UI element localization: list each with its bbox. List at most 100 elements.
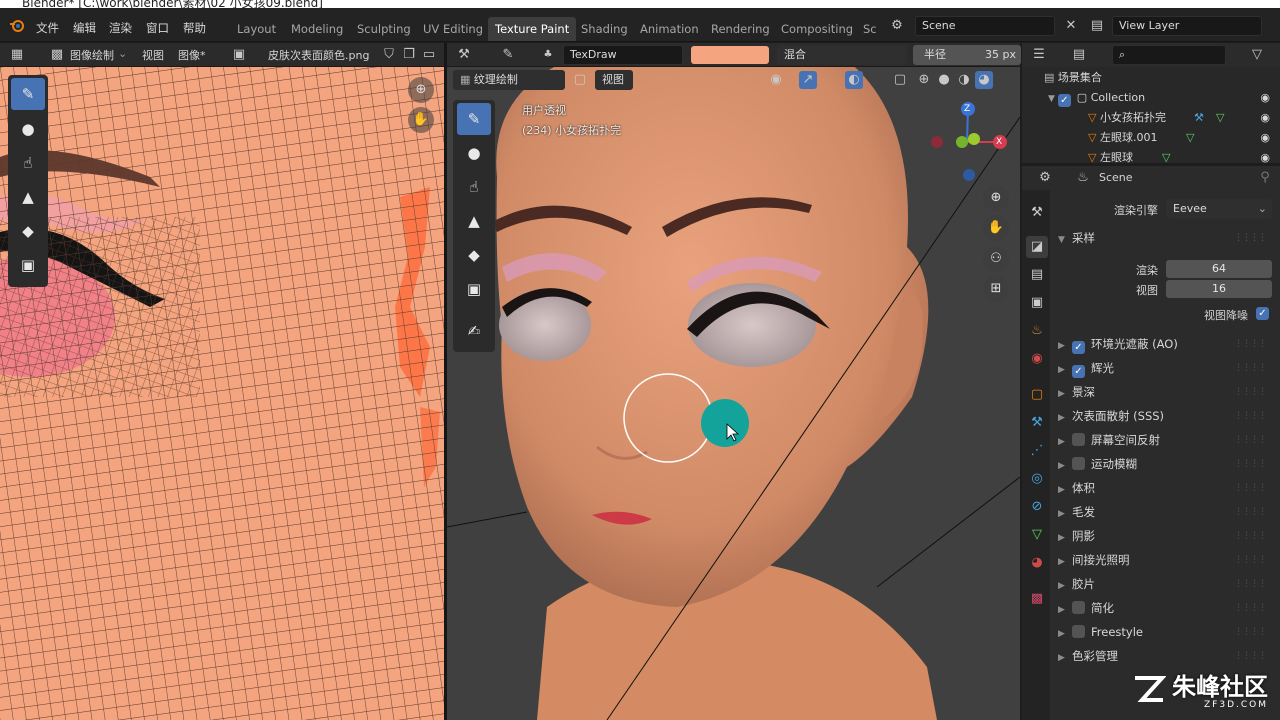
brush-color-swatch[interactable]	[691, 46, 769, 64]
collection-checkbox[interactable]: ✓	[1057, 94, 1071, 107]
panel-row[interactable]: ▶ 体积 ⋮⋮⋮⋮	[1058, 478, 1274, 498]
tool-tab-icon[interactable]: ⚒	[1026, 202, 1048, 224]
vp-tool-mask-icon[interactable]: ▣	[457, 273, 491, 305]
vp-tool-soften-drop-icon[interactable]: ●	[457, 137, 491, 169]
drag-grip-icon[interactable]: ⋮⋮⋮⋮	[1234, 526, 1267, 546]
visibility-eye-icon[interactable]: ◉	[767, 71, 785, 89]
particles-tab-icon[interactable]: ⋰	[1026, 440, 1048, 462]
drag-grip-icon[interactable]: ⋮⋮⋮⋮	[1234, 406, 1267, 426]
xray-icon[interactable]: ▢	[891, 71, 909, 89]
3d-viewport[interactable]: ▦ 纹理绘制 ▢ 视图 ◉ ↗ ◐ ▢ ⊕ ● ◑ ◕ ✎ ● ☝ ▲ ◆ ▣ …	[447, 67, 1020, 720]
scene-tab-icon[interactable]: ♨	[1026, 320, 1048, 342]
shading-solid-icon[interactable]: ●	[935, 71, 953, 89]
panel-enable-checkbox[interactable]	[1072, 601, 1085, 614]
drag-grip-icon[interactable]: ⋮⋮⋮⋮	[1234, 502, 1267, 522]
object-tab-icon[interactable]: ▢	[1026, 384, 1048, 406]
drag-grip-icon[interactable]: ⋮⋮⋮⋮	[1234, 228, 1267, 248]
outliner-editor-icon[interactable]: ☰	[1030, 46, 1048, 64]
tab-modeling[interactable]: Modeling	[284, 17, 350, 41]
drag-grip-icon[interactable]: ⋮⋮⋮⋮	[1234, 574, 1267, 594]
vp-tool-fill-bucket-icon[interactable]: ◆	[457, 239, 491, 271]
vp-grid-icon[interactable]: ⊞	[983, 276, 1009, 302]
eye-icon[interactable]: ◉	[1260, 108, 1270, 128]
panel-enable-checkbox[interactable]	[1072, 625, 1085, 638]
drag-grip-icon[interactable]: ⋮⋮⋮⋮	[1234, 382, 1267, 402]
image-browse-icon[interactable]: ▣	[230, 46, 248, 64]
panel-enable-checkbox[interactable]	[1072, 433, 1085, 446]
vp-pan-hand-icon[interactable]: ✋	[983, 215, 1009, 241]
samples-render-field[interactable]: 64	[1166, 260, 1272, 278]
brush-name-field[interactable]: TexDraw	[563, 45, 683, 65]
menu-window[interactable]: 窗口	[146, 20, 169, 36]
panel-enable-checkbox[interactable]	[1072, 457, 1085, 470]
constraints-tab-icon[interactable]: ⊘	[1026, 496, 1048, 518]
panel-row[interactable]: ▶ 阴影 ⋮⋮⋮⋮	[1058, 526, 1274, 546]
editor-type-icon[interactable]: ▦	[8, 46, 26, 64]
panel-sampling[interactable]: ▼ 采样 ⋮⋮⋮⋮	[1058, 228, 1274, 248]
viewport-denoise-checkbox[interactable]: ✓	[1256, 307, 1269, 320]
image-mode-select[interactable]: 图像绘制	[70, 47, 114, 63]
outliner-scene-collection[interactable]: ▤ 场景集合	[1022, 68, 1280, 88]
tab-texture-paint[interactable]: Texture Paint	[488, 17, 577, 41]
outliner-item[interactable]: ▽ 小女孩拓扑完 ⚒ ▽ ◉	[1022, 108, 1280, 128]
vp-zoom-icon[interactable]: ⊕	[983, 185, 1009, 211]
tab-layout[interactable]: Layout	[230, 17, 283, 41]
modifier-tab-icon[interactable]: ⚒	[1026, 412, 1048, 434]
image-editor-canvas[interactable]: ✎ ● ☝ ▲ ◆ ▣ ⊕ ✋	[0, 67, 444, 720]
texture-tab-icon[interactable]: ▩	[1026, 588, 1048, 610]
samples-viewport-field[interactable]: 16	[1166, 280, 1272, 298]
shading-wireframe-icon[interactable]: ⊕	[915, 71, 933, 89]
panel-row[interactable]: ▶ 胶片 ⋮⋮⋮⋮	[1058, 574, 1274, 594]
gizmo-toggle-icon[interactable]: ↗	[799, 71, 817, 89]
panel-enable-checkbox[interactable]: ✓	[1072, 365, 1085, 378]
outliner-item[interactable]: ▽ 左眼球.001 ▽ ◉	[1022, 128, 1280, 148]
tab-shading[interactable]: Shading	[574, 17, 635, 41]
vp-tool-draw-brush-icon[interactable]: ✎	[457, 103, 491, 135]
display-mode-icon[interactable]: ▤	[1070, 46, 1088, 64]
image-menu-image[interactable]: 图像*	[178, 47, 206, 63]
render-tab-icon[interactable]: ◪	[1026, 236, 1048, 258]
tab-sculpting[interactable]: Sculpting	[350, 17, 418, 41]
menu-edit[interactable]: 编辑	[73, 20, 96, 36]
tool-soften-drop-icon[interactable]: ●	[11, 113, 45, 145]
drag-grip-icon[interactable]: ⋮⋮⋮⋮	[1234, 550, 1267, 570]
delete-scene-icon[interactable]: ✕	[1062, 17, 1080, 35]
image-menu-view[interactable]: 视图	[142, 47, 164, 63]
scene-selector-icon[interactable]: ⚙	[888, 17, 906, 35]
paint-mode-select[interactable]: ▦ 纹理绘制	[453, 70, 565, 90]
panel-row[interactable]: ▶ 间接光照明 ⋮⋮⋮⋮	[1058, 550, 1274, 570]
fake-user-icon[interactable]: ⛉	[380, 46, 398, 64]
panel-row[interactable]: ▶ 简化 ⋮⋮⋮⋮	[1058, 598, 1274, 618]
blend-mode-select[interactable]: 混合	[777, 45, 907, 65]
panel-row[interactable]: ▶ ✓ 辉光 ⋮⋮⋮⋮	[1058, 358, 1274, 378]
blender-logo-icon[interactable]	[8, 18, 26, 36]
output-tab-icon[interactable]: ▤	[1026, 264, 1048, 286]
outliner-item[interactable]: ▽ 左眼球 ▽ ◉	[1022, 148, 1280, 163]
viewport-menu-view[interactable]: 视图	[595, 70, 633, 90]
panel-row[interactable]: ▶ ✓ 环境光遮蔽 (AO) ⋮⋮⋮⋮	[1058, 334, 1274, 354]
tab-compositing[interactable]: Compositing	[774, 17, 860, 41]
scene-name-field[interactable]: Scene	[915, 16, 1055, 36]
menu-help[interactable]: 帮助	[183, 20, 206, 36]
image-name-field[interactable]: 皮肤次表面颜色.png	[268, 47, 369, 63]
tool-mask-icon[interactable]: ▣	[11, 249, 45, 281]
drag-grip-icon[interactable]: ⋮⋮⋮⋮	[1234, 646, 1267, 666]
navigation-gizmo[interactable]	[927, 97, 1017, 187]
drag-grip-icon[interactable]: ⋮⋮⋮⋮	[1234, 334, 1267, 354]
render-engine-select[interactable]: Eevee ⌄	[1166, 199, 1272, 219]
radius-field[interactable]: 半径 35 px	[913, 45, 1021, 65]
panel-row[interactable]: ▶ 毛发 ⋮⋮⋮⋮	[1058, 502, 1274, 522]
pan-hand-icon[interactable]: ✋	[408, 107, 434, 133]
panel-row[interactable]: ▶ 景深 ⋮⋮⋮⋮	[1058, 382, 1274, 402]
panel-row[interactable]: ▶ 运动模糊 ⋮⋮⋮⋮	[1058, 454, 1274, 474]
tab-rendering[interactable]: Rendering	[704, 17, 777, 41]
tab-uv-editing[interactable]: UV Editing	[416, 17, 490, 41]
tool-smear-icon[interactable]: ☝	[11, 147, 45, 179]
menu-file[interactable]: 文件	[36, 20, 59, 36]
overlay-toggle-icon[interactable]: ◐	[845, 71, 863, 89]
panel-row[interactable]: ▶ 色彩管理 ⋮⋮⋮⋮	[1058, 646, 1274, 666]
drag-grip-icon[interactable]: ⋮⋮⋮⋮	[1234, 454, 1267, 474]
menu-render[interactable]: 渲染	[109, 20, 132, 36]
vp-tool-smear-icon[interactable]: ☝	[457, 171, 491, 203]
tool-fill-bucket-icon[interactable]: ◆	[11, 215, 45, 247]
